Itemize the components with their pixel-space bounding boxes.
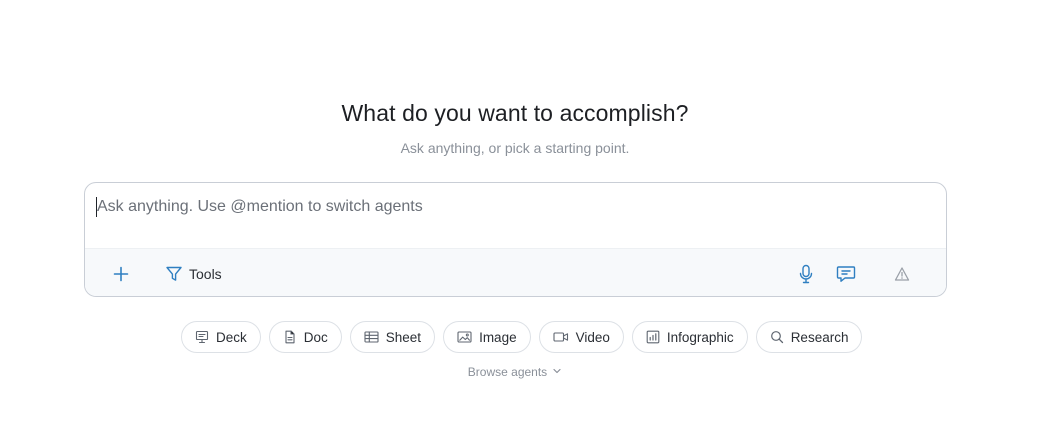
voice-input-button[interactable] [797,249,815,296]
chip-image[interactable]: Image [443,321,531,353]
browse-agents-link[interactable]: Browse agents [0,365,1030,379]
browse-agents-label: Browse agents [467,365,548,379]
chip-label: Video [575,329,610,345]
chat-bubble-icon [836,265,856,283]
chevron-down-icon [552,365,562,379]
chip-doc[interactable]: Doc [268,321,342,353]
chip-research[interactable]: Research [755,321,863,353]
chip-video[interactable]: Video [538,321,624,353]
composer-toolbar: Tools [85,248,946,296]
chip-sheet[interactable]: Sheet [349,321,436,353]
chip-label: Deck [216,329,247,345]
tools-button[interactable]: Tools [165,249,222,296]
microphone-icon [798,264,814,284]
presentation-icon [195,330,209,344]
plus-icon [113,266,129,282]
chip-label: Infographic [666,329,734,345]
starting-point-chips: Deck Doc Sheet Image Video Infographic R… [181,321,863,353]
document-icon [283,330,297,344]
model-select-button[interactable] [893,249,911,296]
add-attachment-button[interactable] [109,249,133,296]
search-icon [770,330,784,344]
page-subtitle: Ask anything, or pick a starting point. [400,140,630,156]
filter-icon [165,265,183,283]
chart-icon [646,330,660,344]
image-icon [457,330,472,344]
table-icon [364,330,379,344]
video-camera-icon [553,330,569,344]
chip-infographic[interactable]: Infographic [631,321,748,353]
text-caret [96,197,97,217]
chip-label: Research [790,329,849,345]
chat-mode-button[interactable] [835,249,857,296]
chip-label: Doc [303,329,328,345]
warning-triangle-icon [894,266,910,282]
tools-label: Tools [189,266,222,282]
chip-label: Sheet [385,329,422,345]
chip-deck[interactable]: Deck [181,321,261,353]
chip-label: Image [479,329,517,345]
prompt-composer: Tools [84,182,947,297]
prompt-input[interactable] [85,183,946,248]
page-title: What do you want to accomplish? [341,100,689,126]
